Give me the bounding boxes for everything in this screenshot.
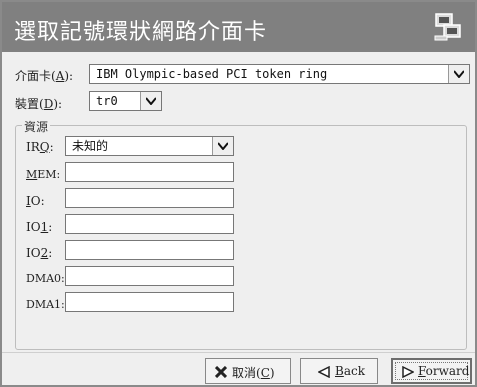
irq-label: IRQ:: [26, 140, 54, 154]
back-button[interactable]: Back: [300, 358, 378, 384]
device-dropdown-button[interactable]: [140, 92, 161, 110]
adapter-label: 介面卡(A):: [15, 69, 74, 83]
io-label: IO:: [26, 194, 45, 208]
cancel-button[interactable]: 取消(C): [205, 358, 291, 384]
io2-field[interactable]: [65, 240, 234, 260]
button-separator: [2, 352, 475, 353]
mem-field[interactable]: [65, 162, 234, 182]
arrow-right-icon: [402, 366, 414, 378]
forward-button-label: Forward: [418, 364, 470, 378]
io-field[interactable]: [65, 188, 234, 208]
adapter-dropdown-button[interactable]: [448, 65, 469, 83]
irq-combo[interactable]: 未知的: [65, 136, 234, 156]
forward-button[interactable]: Forward: [391, 358, 472, 384]
window-title: 選取記號環狀網路介面卡: [14, 20, 268, 45]
device-combo[interactable]: tr0: [89, 91, 162, 111]
io2-label: IO2:: [26, 246, 53, 260]
chevron-down-icon: [146, 97, 156, 105]
title-bar: 選取記號環狀網路介面卡: [2, 2, 475, 52]
device-value: tr0: [96, 94, 118, 108]
back-button-label: Back: [335, 364, 365, 378]
arrow-left-icon: [318, 366, 330, 378]
dma0-field[interactable]: [65, 266, 234, 286]
dma1-field[interactable]: [65, 292, 234, 312]
resources-group-title: 資源: [22, 118, 51, 135]
resources-group: [15, 125, 467, 350]
chevron-down-icon: [454, 70, 464, 78]
irq-value: 未知的: [72, 139, 109, 153]
dma0-label: DMA0:: [26, 272, 65, 285]
adapter-combo[interactable]: IBM Olympic-based PCI token ring: [89, 64, 470, 84]
io1-field[interactable]: [65, 214, 234, 234]
irq-dropdown-button[interactable]: [212, 137, 233, 155]
device-label: 裝置(D):: [15, 97, 63, 111]
chevron-down-icon: [218, 142, 228, 150]
close-icon: [215, 366, 227, 378]
io1-label: IO1:: [26, 220, 53, 234]
network-card-icon: [434, 13, 461, 41]
cancel-button-label: 取消(C): [232, 366, 275, 380]
dialog-window: 選取記號環狀網路介面卡 介面卡(A): IBM Olympic-based PC…: [0, 0, 477, 387]
adapter-value: IBM Olympic-based PCI token ring: [96, 67, 328, 81]
mem-label: MEM:: [26, 168, 61, 181]
dma1-label: DMA1:: [26, 298, 65, 311]
